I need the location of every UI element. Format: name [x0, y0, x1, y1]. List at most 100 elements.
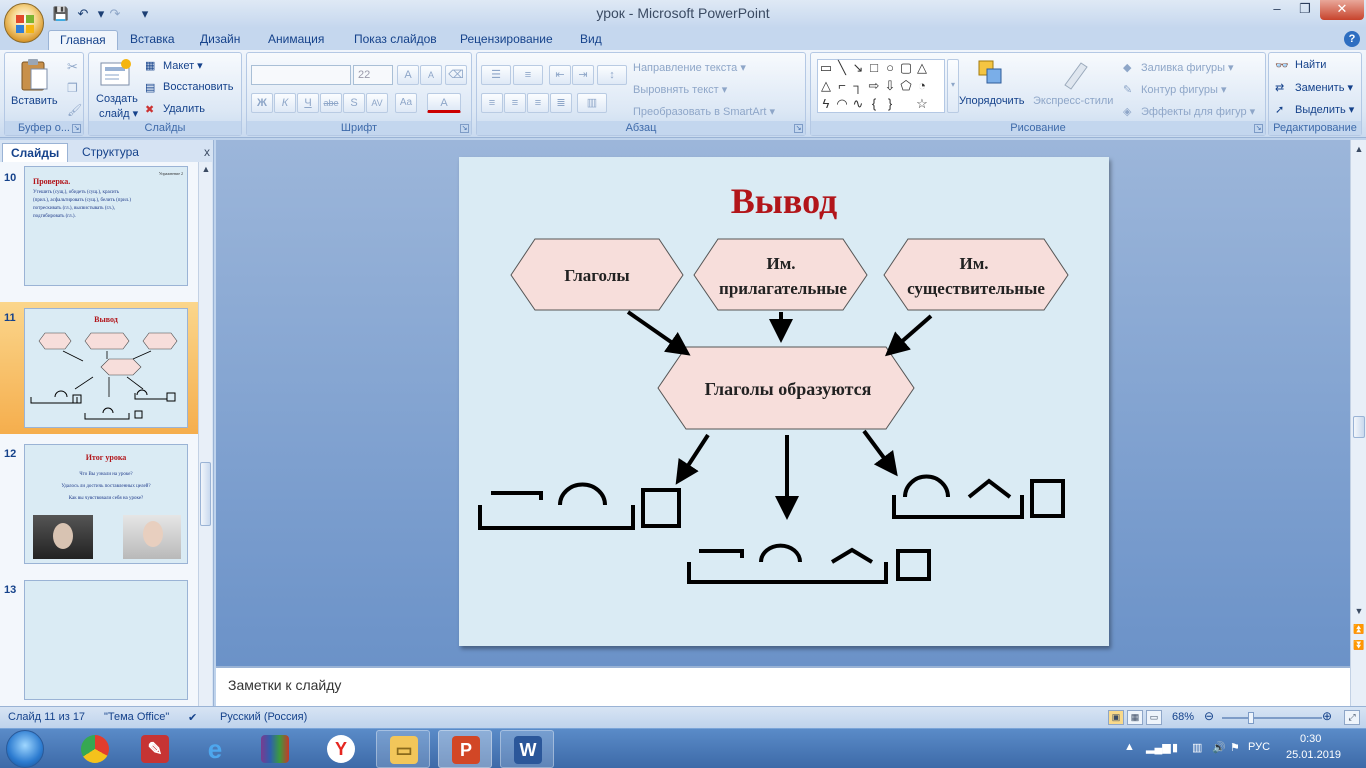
arc-shape-icon[interactable]: ◠: [834, 96, 850, 112]
minimize-button[interactable]: –: [1264, 0, 1290, 20]
down-arrow-shape-icon[interactable]: ⇩: [882, 78, 898, 94]
bullets-button[interactable]: ☰: [481, 65, 511, 85]
paste-icon[interactable]: [19, 57, 49, 93]
current-slide[interactable]: Вывод Глаголы Им. прилагательные Им. сущ…: [459, 157, 1109, 646]
arrange-icon[interactable]: [977, 57, 1009, 91]
clear-format-icon[interactable]: ⌫: [445, 65, 467, 85]
flag-icon[interactable]: ⚑: [1230, 741, 1240, 754]
change-case-button[interactable]: Aa: [395, 93, 417, 113]
tab-slideshow[interactable]: Показ слайдов: [354, 30, 437, 50]
notes-pane[interactable]: Заметки к слайду: [216, 666, 1350, 706]
gallery-more-button[interactable]: ▾: [947, 59, 959, 113]
shadow-button[interactable]: S: [343, 93, 365, 113]
word-scheme-bottom[interactable]: [687, 543, 931, 584]
triangle2-shape-icon[interactable]: △: [818, 78, 834, 94]
elbow-shape-icon[interactable]: ┐: [850, 78, 866, 93]
slide-title[interactable]: Вывод: [731, 181, 838, 221]
decrease-indent-button[interactable]: ⇤: [549, 65, 571, 85]
replace-button[interactable]: Заменить ▾: [1295, 81, 1353, 94]
text-direction-button[interactable]: Направление текста ▾: [633, 61, 746, 74]
clipboard-launcher-icon[interactable]: ↘: [72, 124, 81, 133]
connector-shape-icon[interactable]: ⌐: [834, 78, 850, 93]
justify-button[interactable]: ≣: [550, 93, 572, 113]
taskbar-word[interactable]: W: [500, 730, 554, 768]
char-spacing-button[interactable]: AV: [366, 93, 388, 113]
shrink-font-button[interactable]: A: [420, 65, 442, 85]
tab-outline[interactable]: Структура: [74, 143, 147, 162]
new-slide-button[interactable]: Создать: [96, 93, 138, 105]
slide-scroll-thumb[interactable]: [1353, 416, 1365, 438]
curve-shape-icon[interactable]: ∿: [850, 96, 866, 112]
taskbar-app-red[interactable]: ✎: [128, 730, 182, 768]
hexagon-adjectives[interactable]: [693, 238, 868, 311]
spellcheck-icon[interactable]: ✔: [188, 711, 197, 724]
network-icon[interactable]: ▥: [1192, 741, 1202, 754]
triangle-shape-icon[interactable]: △: [914, 60, 930, 76]
arrow-nouns[interactable]: [884, 314, 933, 357]
line-spacing-button[interactable]: ↕: [597, 65, 627, 85]
scroll-down-icon[interactable]: ▼: [1353, 606, 1365, 616]
tab-insert[interactable]: Вставка: [130, 30, 175, 50]
line-shape-icon[interactable]: ╲: [834, 60, 850, 76]
customize-toolbar-icon[interactable]: ▾: [136, 5, 154, 23]
oval-shape-icon[interactable]: ○: [882, 60, 898, 75]
rounded-rect-shape-icon[interactable]: ▢: [898, 60, 914, 76]
callout-shape-icon[interactable]: ◔: [914, 78, 930, 93]
copy-icon[interactable]: ❐: [67, 81, 78, 95]
tab-review[interactable]: Рецензирование: [460, 30, 553, 50]
new-slide-icon[interactable]: [99, 57, 133, 91]
zoom-level[interactable]: 68%: [1172, 711, 1194, 723]
right-arrow-shape-icon[interactable]: ⇨: [866, 78, 882, 94]
taskbar-chrome[interactable]: [68, 730, 122, 768]
zoom-in-icon[interactable]: ⊕: [1322, 709, 1332, 723]
font-launcher-icon[interactable]: ↘: [460, 124, 469, 133]
tab-animation[interactable]: Анимация: [268, 30, 324, 50]
lightning-shape-icon[interactable]: ϟ: [818, 96, 834, 111]
strikethrough-button[interactable]: abe: [320, 93, 342, 113]
previous-slide-icon[interactable]: ⏫: [1353, 624, 1365, 635]
word-scheme-right[interactable]: [892, 474, 1065, 519]
slideshow-view-icon[interactable]: ▭: [1146, 710, 1162, 725]
align-left-button[interactable]: ≡: [481, 93, 503, 113]
slide-sorter-icon[interactable]: ▦: [1127, 710, 1143, 725]
shape-outline-button[interactable]: Контур фигуры ▾: [1141, 83, 1227, 96]
arrow-right[interactable]: [862, 429, 898, 477]
next-slide-icon[interactable]: ⏬: [1353, 640, 1365, 651]
paragraph-launcher-icon[interactable]: ↘: [794, 124, 803, 133]
select-button[interactable]: Выделить ▾: [1295, 103, 1354, 116]
thumbnail-slide-10[interactable]: 10 Проверка. Упражнение 2 Утешить (сущ.)…: [0, 162, 198, 294]
help-icon[interactable]: ?: [1344, 31, 1360, 47]
align-center-button[interactable]: ≡: [504, 93, 526, 113]
signal-icon[interactable]: ▂▄▆: [1146, 741, 1171, 754]
arrow-left[interactable]: [675, 433, 710, 485]
undo-icon[interactable]: ↶: [74, 5, 92, 23]
tab-slides[interactable]: Слайды: [2, 143, 69, 162]
panel-close-icon[interactable]: x: [196, 143, 218, 162]
align-right-button[interactable]: ≡: [527, 93, 549, 113]
clock-date[interactable]: 25.01.2019: [1286, 749, 1341, 761]
find-button[interactable]: Найти: [1295, 59, 1326, 71]
bold-button[interactable]: Ж: [251, 93, 273, 113]
shape-fill-button[interactable]: Заливка фигуры ▾: [1141, 61, 1234, 74]
zoom-out-icon[interactable]: ⊖: [1204, 709, 1214, 723]
language[interactable]: Русский (Россия): [220, 711, 307, 723]
columns-button[interactable]: ▥: [577, 93, 607, 113]
new-slide-dropdown[interactable]: слайд ▾: [99, 107, 138, 120]
thumbnail-slide-12[interactable]: 12 Итог урока Что Вы узнали на уроке? Уд…: [0, 438, 198, 570]
increase-indent-button[interactable]: ⇥: [572, 65, 594, 85]
language-indicator[interactable]: РУС: [1248, 741, 1270, 753]
clock-time[interactable]: 0:30: [1300, 733, 1321, 745]
align-text-button[interactable]: Выровнять текст ▾: [633, 83, 727, 96]
underline-button[interactable]: Ч: [297, 93, 319, 113]
fit-to-window-icon[interactable]: ⤢: [1344, 710, 1360, 725]
slide-scrollbar[interactable]: ▲ ▼ ⏫ ⏬: [1350, 140, 1366, 706]
taskbar-explorer[interactable]: ▭: [376, 730, 430, 768]
right-brace-shape-icon[interactable]: }: [882, 96, 898, 111]
close-button[interactable]: ✕: [1320, 0, 1364, 20]
grow-font-button[interactable]: A: [397, 65, 419, 85]
thumbnail-slide-11[interactable]: 11 Вывод: [0, 302, 198, 434]
drawing-launcher-icon[interactable]: ↘: [1254, 124, 1263, 133]
scroll-up-icon[interactable]: ▲: [1353, 144, 1365, 154]
zoom-slider-thumb[interactable]: [1248, 712, 1254, 724]
rectangle-shape-icon[interactable]: □: [866, 60, 882, 75]
